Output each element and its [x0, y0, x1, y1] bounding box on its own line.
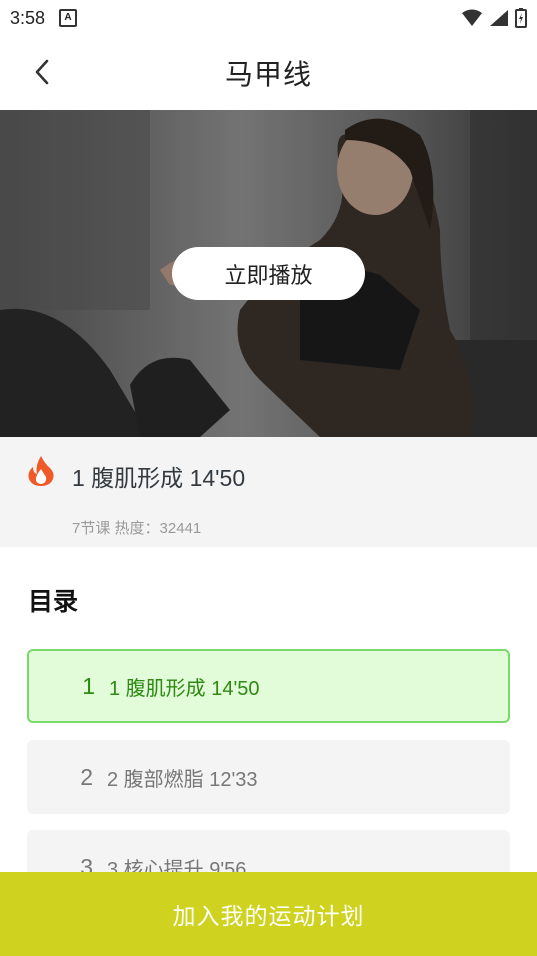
course-info: 1 腹肌形成 14'50 7节课 热度：32441 — [0, 437, 537, 547]
header: 马甲线 — [0, 36, 537, 110]
course-meta: 7节课 热度：32441 — [72, 520, 202, 537]
course-item-1[interactable]: 1 1 腹肌形成 14'50 — [27, 649, 510, 723]
course-name: 2 腹部燃脂 12'33 — [107, 768, 258, 791]
video-cover[interactable]: 立即播放 — [0, 110, 537, 437]
chevron-left-icon — [35, 59, 49, 85]
add-to-plan-button[interactable]: 加入我的运动计划 — [0, 872, 537, 956]
course-number: 1 — [82, 672, 95, 699]
status-bar: 3:58 A — [0, 0, 537, 36]
status-time: 3:58 — [10, 7, 46, 28]
course-title: 1 腹肌形成 14'50 — [72, 465, 246, 491]
cell-signal-icon — [490, 10, 508, 26]
catalog-heading: 目录 — [28, 588, 79, 616]
course-item-2[interactable]: 2 2 腹部燃脂 12'33 — [27, 740, 510, 814]
notification-app-icon: A — [59, 9, 78, 27]
play-now-button[interactable]: 立即播放 — [172, 247, 365, 300]
page-title: 马甲线 — [224, 59, 312, 90]
back-button[interactable] — [24, 54, 60, 90]
course-number: 2 — [80, 763, 93, 790]
wifi-icon — [462, 9, 482, 26]
course-name: 1 腹肌形成 14'50 — [109, 677, 260, 700]
flame-icon — [28, 456, 54, 486]
battery-icon — [515, 8, 527, 28]
